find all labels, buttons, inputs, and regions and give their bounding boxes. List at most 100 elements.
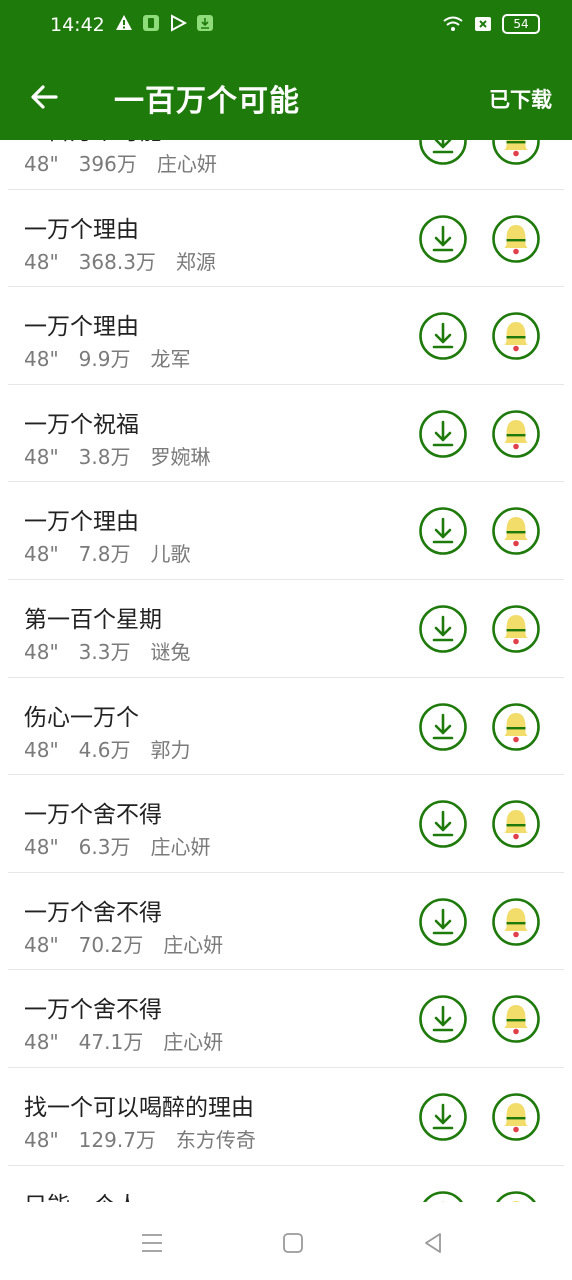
set-ringtone-button[interactable]: [491, 1092, 541, 1142]
set-ringtone-button[interactable]: [491, 994, 541, 1044]
download-button[interactable]: [418, 506, 468, 556]
back-triangle-icon[interactable]: [420, 1230, 446, 1256]
song-play-count: 396万: [78, 152, 137, 176]
song-artist: 龙军: [150, 347, 191, 372]
download-button[interactable]: [418, 1092, 468, 1142]
song-duration: 48": [24, 542, 59, 567]
downloaded-button[interactable]: 已下载: [489, 84, 552, 114]
song-title: 找一个可以喝醉的理由: [24, 1094, 254, 1121]
bell-icon: [492, 312, 540, 360]
download-notification-icon: [197, 15, 213, 31]
bell-icon: [492, 995, 540, 1044]
set-ringtone-button[interactable]: [491, 506, 541, 556]
download-icon: [419, 897, 467, 946]
battery-icon: 54: [502, 14, 540, 34]
set-ringtone-button[interactable]: [491, 409, 541, 459]
song-play-count: 368.3万: [78, 249, 156, 274]
set-ringtone-button[interactable]: [491, 799, 541, 849]
download-icon: [422, 1190, 464, 1202]
bell-icon: [492, 214, 540, 263]
song-list-item[interactable]: 一万个舍不得 48" 6.3万 庄心妍: [0, 775, 572, 873]
download-icon: [419, 800, 467, 848]
download-button[interactable]: [418, 409, 468, 459]
song-play-count: 47.1万: [78, 1030, 144, 1055]
bell-icon: [492, 1093, 540, 1141]
song-list-item[interactable]: 找一个可以喝醉的理由 48" 129.7万 东方传奇: [0, 1068, 572, 1166]
sim-card-icon: [475, 17, 491, 31]
set-ringtone-button[interactable]: [491, 214, 541, 264]
app-header: 14:42 54 一百万个可能 已下载: [0, 0, 572, 140]
song-duration: 48": [24, 347, 59, 372]
song-artist: 庄心妍: [150, 835, 211, 860]
download-icon: [419, 995, 467, 1044]
song-title: 一万个舍不得: [24, 899, 162, 926]
song-meta: 48" 9.9万 龙军: [24, 343, 210, 372]
song-meta: 48" 3.3万 谜兔: [24, 636, 210, 665]
song-list-item[interactable]: 一万个祝福 48" 3.8万 罗婉琳: [0, 385, 572, 483]
song-list-item[interactable]: 一万个理由 48" 7.8万 儿歌: [0, 482, 572, 580]
song-artist: 东方传奇: [175, 1127, 256, 1152]
set-ringtone-button[interactable]: [491, 1190, 541, 1202]
download-icon: [419, 507, 467, 556]
bell-icon: [492, 507, 540, 556]
song-list[interactable]: 一百万个可能48"396万庄心妍一万个理由48"368.3万郑源一万个理由48"…: [0, 140, 572, 1202]
song-list-item[interactable]: 第一百个星期 48" 3.3万 谜兔: [0, 580, 572, 678]
song-duration: 48": [24, 835, 59, 860]
download-button[interactable]: [418, 702, 468, 752]
set-ringtone-button[interactable]: [491, 897, 541, 947]
home-square-icon[interactable]: [280, 1230, 306, 1256]
song-duration: 48": [24, 444, 59, 469]
song-list-item[interactable]: 一万个舍不得 48" 70.2万 庄心妍: [0, 873, 572, 971]
bell-icon: [492, 605, 540, 653]
download-icon: [419, 140, 467, 165]
song-meta: 48" 3.8万 罗婉琳: [24, 441, 230, 470]
bell-icon: [492, 800, 540, 848]
song-title: 第一百个星期: [24, 606, 162, 633]
download-button[interactable]: [418, 897, 468, 947]
song-list-item[interactable]: 只能一个人: [0, 1166, 572, 1202]
page-title: 一百万个可能: [114, 84, 300, 119]
song-list-item[interactable]: 一百万个可能 48" 396万庄心妍: [0, 140, 572, 190]
download-icon: [419, 1093, 467, 1141]
status-icons-right: 54: [442, 14, 540, 34]
song-duration: 48": [24, 1127, 59, 1152]
song-artist: 庄心妍: [156, 152, 217, 176]
status-time: 14:42: [50, 14, 105, 36]
song-play-count: 4.6万: [78, 737, 131, 762]
song-artist: 郭力: [150, 737, 191, 762]
song-title: 一万个祝福: [24, 411, 139, 438]
set-ringtone-button[interactable]: [491, 702, 541, 752]
download-button[interactable]: [418, 1190, 468, 1202]
status-bar: 14:42 54: [0, 0, 572, 52]
song-meta: 48" 47.1万 庄心妍: [24, 1026, 243, 1055]
song-duration: 48": [24, 249, 59, 274]
song-list-item[interactable]: 一万个理由 48" 368.3万 郑源: [0, 190, 572, 288]
song-play-count: 7.8万: [78, 542, 131, 567]
bell-icon: [492, 897, 540, 946]
song-meta: 48" 4.6万 郭力: [24, 734, 210, 763]
song-play-count: 3.3万: [78, 639, 131, 664]
download-button[interactable]: [418, 214, 468, 264]
download-button[interactable]: [418, 994, 468, 1044]
download-button[interactable]: [418, 311, 468, 361]
set-ringtone-button[interactable]: [491, 604, 541, 654]
download-icon: [419, 214, 467, 263]
menu-icon[interactable]: [139, 1230, 165, 1256]
download-icon: [419, 605, 467, 653]
song-list-item[interactable]: 一万个舍不得 48" 47.1万 庄心妍: [0, 970, 572, 1068]
song-play-count: 3.8万: [78, 444, 131, 469]
song-list-item[interactable]: 一万个理由 48" 9.9万 龙军: [0, 287, 572, 385]
arrow-left-icon[interactable]: [28, 80, 62, 114]
download-icon: [419, 312, 467, 360]
set-ringtone-button[interactable]: [491, 311, 541, 361]
song-title: 一万个理由: [24, 216, 139, 243]
song-list-item[interactable]: 伤心一万个 48" 4.6万 郭力: [0, 678, 572, 776]
bell-icon: [492, 140, 540, 165]
download-button[interactable]: [418, 140, 468, 166]
song-title: 一万个舍不得: [24, 802, 162, 829]
song-meta: 48" 7.8万 儿歌: [24, 538, 210, 567]
song-artist: 罗婉琳: [150, 444, 211, 469]
set-ringtone-button[interactable]: [491, 140, 541, 166]
download-button[interactable]: [418, 604, 468, 654]
download-button[interactable]: [418, 799, 468, 849]
